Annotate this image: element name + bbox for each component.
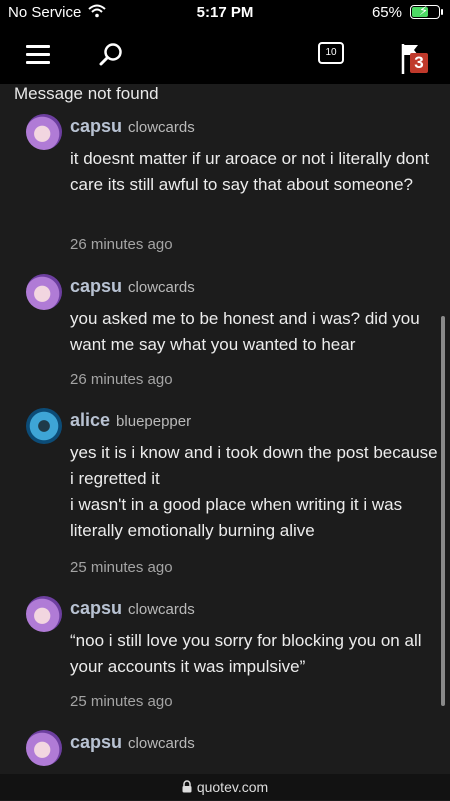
battery-percent: 65%: [371, 4, 402, 21]
username-text: capsu: [70, 732, 123, 752]
timestamp: 26 minutes ago: [70, 236, 173, 253]
notification-count: 10: [318, 42, 344, 64]
comment-text: it doesnt matter if ur aroace or not i l…: [70, 149, 430, 194]
user-handle: clowcards: [128, 279, 195, 296]
username[interactable]: capsu clowcards: [70, 598, 195, 619]
flag-icon[interactable]: 3: [398, 40, 432, 80]
username[interactable]: capsu clowcards: [70, 276, 195, 297]
comment-line: i wasn't in a good place when writing it…: [70, 495, 403, 540]
user-handle: bluepepper: [116, 413, 192, 430]
username-text: capsu: [70, 598, 123, 618]
lock-icon: [182, 775, 192, 801]
url-bar[interactable]: quotev.com: [0, 774, 450, 800]
comment-feed: Message not found capsu clowcards it does…: [0, 84, 450, 774]
timestamp: 26 minutes ago: [70, 371, 173, 388]
avatar[interactable]: [26, 596, 62, 632]
url-domain: quotev.com: [196, 779, 269, 795]
comment-text: you asked me to be honest and i was? did…: [70, 309, 420, 354]
user-handle: clowcards: [128, 119, 195, 136]
username[interactable]: capsu clowcards: [70, 116, 195, 137]
search-icon[interactable]: [96, 40, 126, 70]
username-text: capsu: [70, 276, 123, 296]
status-bar: No Service 5:17 PM 65% ⚡: [0, 0, 450, 26]
avatar[interactable]: [26, 730, 62, 766]
avatar[interactable]: [26, 408, 62, 444]
username-text: alice: [70, 410, 111, 430]
timestamp: 25 minutes ago: [70, 693, 173, 710]
username[interactable]: alice bluepepper: [70, 410, 191, 431]
hamburger-icon[interactable]: [26, 45, 50, 65]
charging-bolt-icon: ⚡: [419, 3, 429, 18]
username-text: capsu: [70, 116, 123, 136]
user-handle: clowcards: [128, 735, 195, 752]
username[interactable]: capsu clowcards: [70, 732, 195, 753]
notifications-icon[interactable]: 10: [318, 42, 348, 72]
battery-icon: ⚡: [410, 3, 443, 19]
avatar[interactable]: [26, 274, 62, 310]
avatar[interactable]: [26, 114, 62, 150]
scrollbar[interactable]: [441, 316, 445, 706]
timestamp: 25 minutes ago: [70, 559, 173, 576]
flag-badge: 3: [410, 53, 428, 73]
message-not-found: Message not found: [14, 84, 159, 103]
user-handle: clowcards: [128, 601, 195, 618]
comment-text: “noo i still love you sorry for blocking…: [70, 631, 422, 676]
comment-line: yes it is i know and i took down the pos…: [70, 443, 438, 488]
comment-text: yes it is i know and i took down the pos…: [70, 440, 440, 544]
top-nav-bar: 10 3: [0, 26, 450, 84]
